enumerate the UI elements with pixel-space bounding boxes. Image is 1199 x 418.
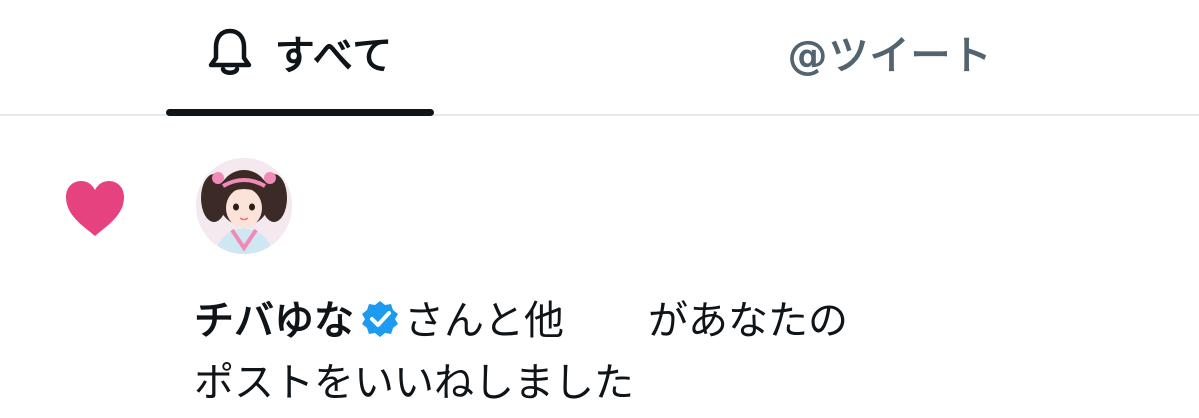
tab-mentions-label: @ツイート [787, 33, 993, 79]
notification-tabs: すべて @ツイート [0, 0, 1199, 116]
bell-icon [207, 27, 253, 77]
user-name-link[interactable]: チバゆな [194, 298, 354, 344]
active-tab-indicator [166, 109, 434, 116]
notification-text-line2: ポストをいいねしました [194, 360, 634, 406]
notification-text-after-name: さんと他 [404, 298, 564, 344]
notification-text: チバゆな さんと他 があなたの ポストをいいねしました [194, 290, 1094, 414]
notifications-page: すべて @ツイート チバゆな さんと他 があなたの ポストをいいねしました [0, 0, 1199, 418]
notification-text-line1-end: があなたの [648, 298, 848, 344]
tab-all-content: すべて [207, 23, 394, 81]
tab-all-label: すべて [274, 33, 394, 79]
verified-badge-icon [362, 301, 398, 337]
tab-mentions-content: @ツイート [788, 23, 993, 81]
tab-mentions[interactable]: @ツイート [760, 0, 1020, 114]
tab-all[interactable]: すべて [166, 0, 434, 114]
like-notification[interactable]: チバゆな さんと他 があなたの ポストをいいねしました [0, 118, 1199, 418]
avatar[interactable] [196, 158, 292, 254]
